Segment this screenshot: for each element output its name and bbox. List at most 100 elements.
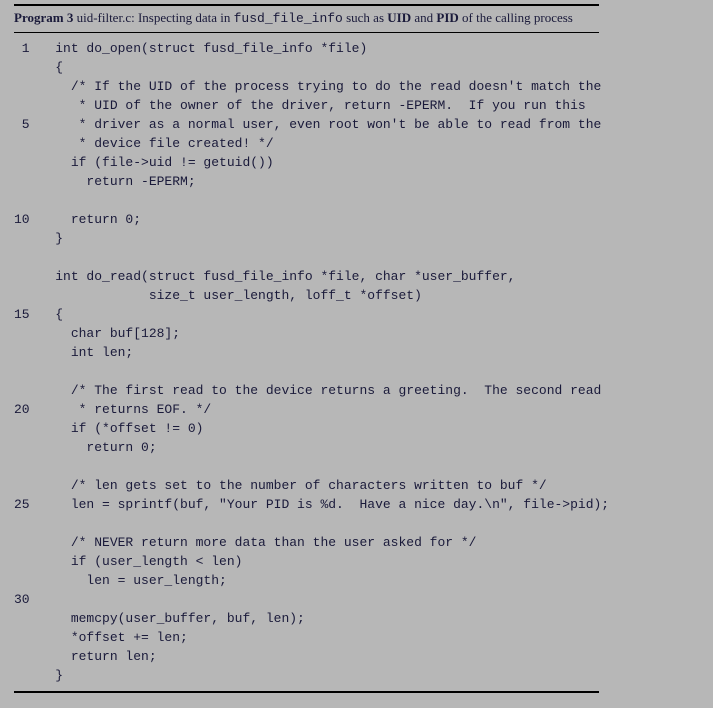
line-number: 1 — [14, 39, 40, 58]
caption-text-3: and — [411, 10, 436, 25]
line-number — [14, 229, 40, 248]
line-number — [14, 324, 40, 343]
code-text: } — [40, 229, 610, 248]
line-number — [14, 609, 40, 628]
code-text: if (*offset != 0) — [40, 419, 610, 438]
caption-text-4: of the calling process — [459, 10, 573, 25]
code-text: len = sprintf(buf, "Your PID is %d. Have… — [40, 495, 610, 514]
code-text: *offset += len; — [40, 628, 610, 647]
line-number — [14, 58, 40, 77]
code-text — [40, 457, 610, 476]
code-text: * returns EOF. */ — [40, 400, 610, 419]
line-number — [14, 647, 40, 666]
code-text — [40, 514, 610, 533]
line-number — [14, 476, 40, 495]
program-caption: Program 3 uid-filter.c: Inspecting data … — [14, 9, 699, 28]
code-line: 15 { — [14, 305, 609, 324]
line-number: 15 — [14, 305, 40, 324]
line-number — [14, 343, 40, 362]
line-number — [14, 419, 40, 438]
line-number — [14, 457, 40, 476]
code-line: size_t user_length, loff_t *offset) — [14, 286, 609, 305]
code-text — [40, 362, 610, 381]
code-text: return 0; — [40, 210, 610, 229]
code-text: if (file->uid != getuid()) — [40, 153, 610, 172]
program-label: Program 3 — [14, 10, 73, 25]
code-text: if (user_length < len) — [40, 552, 610, 571]
code-text: len = user_length; — [40, 571, 610, 590]
pid-label: PID — [436, 10, 458, 25]
code-line: memcpy(user_buffer, buf, len); — [14, 609, 609, 628]
line-number — [14, 362, 40, 381]
code-line: { — [14, 58, 609, 77]
line-number — [14, 153, 40, 172]
line-number: 20 — [14, 400, 40, 419]
line-number — [14, 628, 40, 647]
code-line: return 0; — [14, 438, 609, 457]
top-rule — [14, 4, 599, 6]
code-text: * device file created! */ — [40, 134, 610, 153]
code-text — [40, 248, 610, 267]
line-number — [14, 286, 40, 305]
code-line: } — [14, 229, 609, 248]
code-text: /* len gets set to the number of charact… — [40, 476, 610, 495]
code-line: 20 * returns EOF. */ — [14, 400, 609, 419]
code-line: /* NEVER return more data than the user … — [14, 533, 609, 552]
code-text: char buf[128]; — [40, 324, 610, 343]
line-number — [14, 514, 40, 533]
code-text — [40, 191, 610, 210]
line-number — [14, 248, 40, 267]
line-number — [14, 571, 40, 590]
code-line: } — [14, 666, 609, 685]
code-line: 25 len = sprintf(buf, "Your PID is %d. H… — [14, 495, 609, 514]
code-line: len = user_length; — [14, 571, 609, 590]
code-line: if (file->uid != getuid()) — [14, 153, 609, 172]
code-line: *offset += len; — [14, 628, 609, 647]
line-number — [14, 533, 40, 552]
line-number — [14, 552, 40, 571]
uid-label: UID — [387, 10, 411, 25]
line-number — [14, 77, 40, 96]
line-number — [14, 96, 40, 115]
code-text — [40, 590, 610, 609]
code-text: int len; — [40, 343, 610, 362]
code-text: /* If the UID of the process trying to d… — [40, 77, 610, 96]
code-line — [14, 191, 609, 210]
code-text: memcpy(user_buffer, buf, len); — [40, 609, 610, 628]
code-text: { — [40, 305, 610, 324]
code-text: return -EPERM; — [40, 172, 610, 191]
bottom-rule — [14, 691, 599, 693]
line-number — [14, 381, 40, 400]
code-text: return 0; — [40, 438, 610, 457]
code-line: 30 — [14, 590, 609, 609]
code-line: * device file created! */ — [14, 134, 609, 153]
code-text: * UID of the owner of the driver, return… — [40, 96, 610, 115]
code-text: return len; — [40, 647, 610, 666]
code-text: int do_read(struct fusd_file_info *file,… — [40, 267, 610, 286]
code-text: size_t user_length, loff_t *offset) — [40, 286, 610, 305]
code-text: { — [40, 58, 610, 77]
code-line — [14, 457, 609, 476]
code-line — [14, 248, 609, 267]
line-number: 10 — [14, 210, 40, 229]
code-line: 1 int do_open(struct fusd_file_info *fil… — [14, 39, 609, 58]
code-text: } — [40, 666, 610, 685]
line-number — [14, 191, 40, 210]
code-line: return len; — [14, 647, 609, 666]
line-number — [14, 134, 40, 153]
code-text: /* NEVER return more data than the user … — [40, 533, 610, 552]
code-text: /* The first read to the device returns … — [40, 381, 610, 400]
code-line: if (*offset != 0) — [14, 419, 609, 438]
line-number: 25 — [14, 495, 40, 514]
line-number — [14, 267, 40, 286]
line-number — [14, 172, 40, 191]
code-line: * UID of the owner of the driver, return… — [14, 96, 609, 115]
code-line: /* If the UID of the process trying to d… — [14, 77, 609, 96]
code-line: char buf[128]; — [14, 324, 609, 343]
line-number — [14, 438, 40, 457]
code-line: return -EPERM; — [14, 172, 609, 191]
struct-name: fusd_file_info — [234, 11, 343, 26]
code-line: int len; — [14, 343, 609, 362]
line-number — [14, 666, 40, 685]
line-number: 5 — [14, 115, 40, 134]
